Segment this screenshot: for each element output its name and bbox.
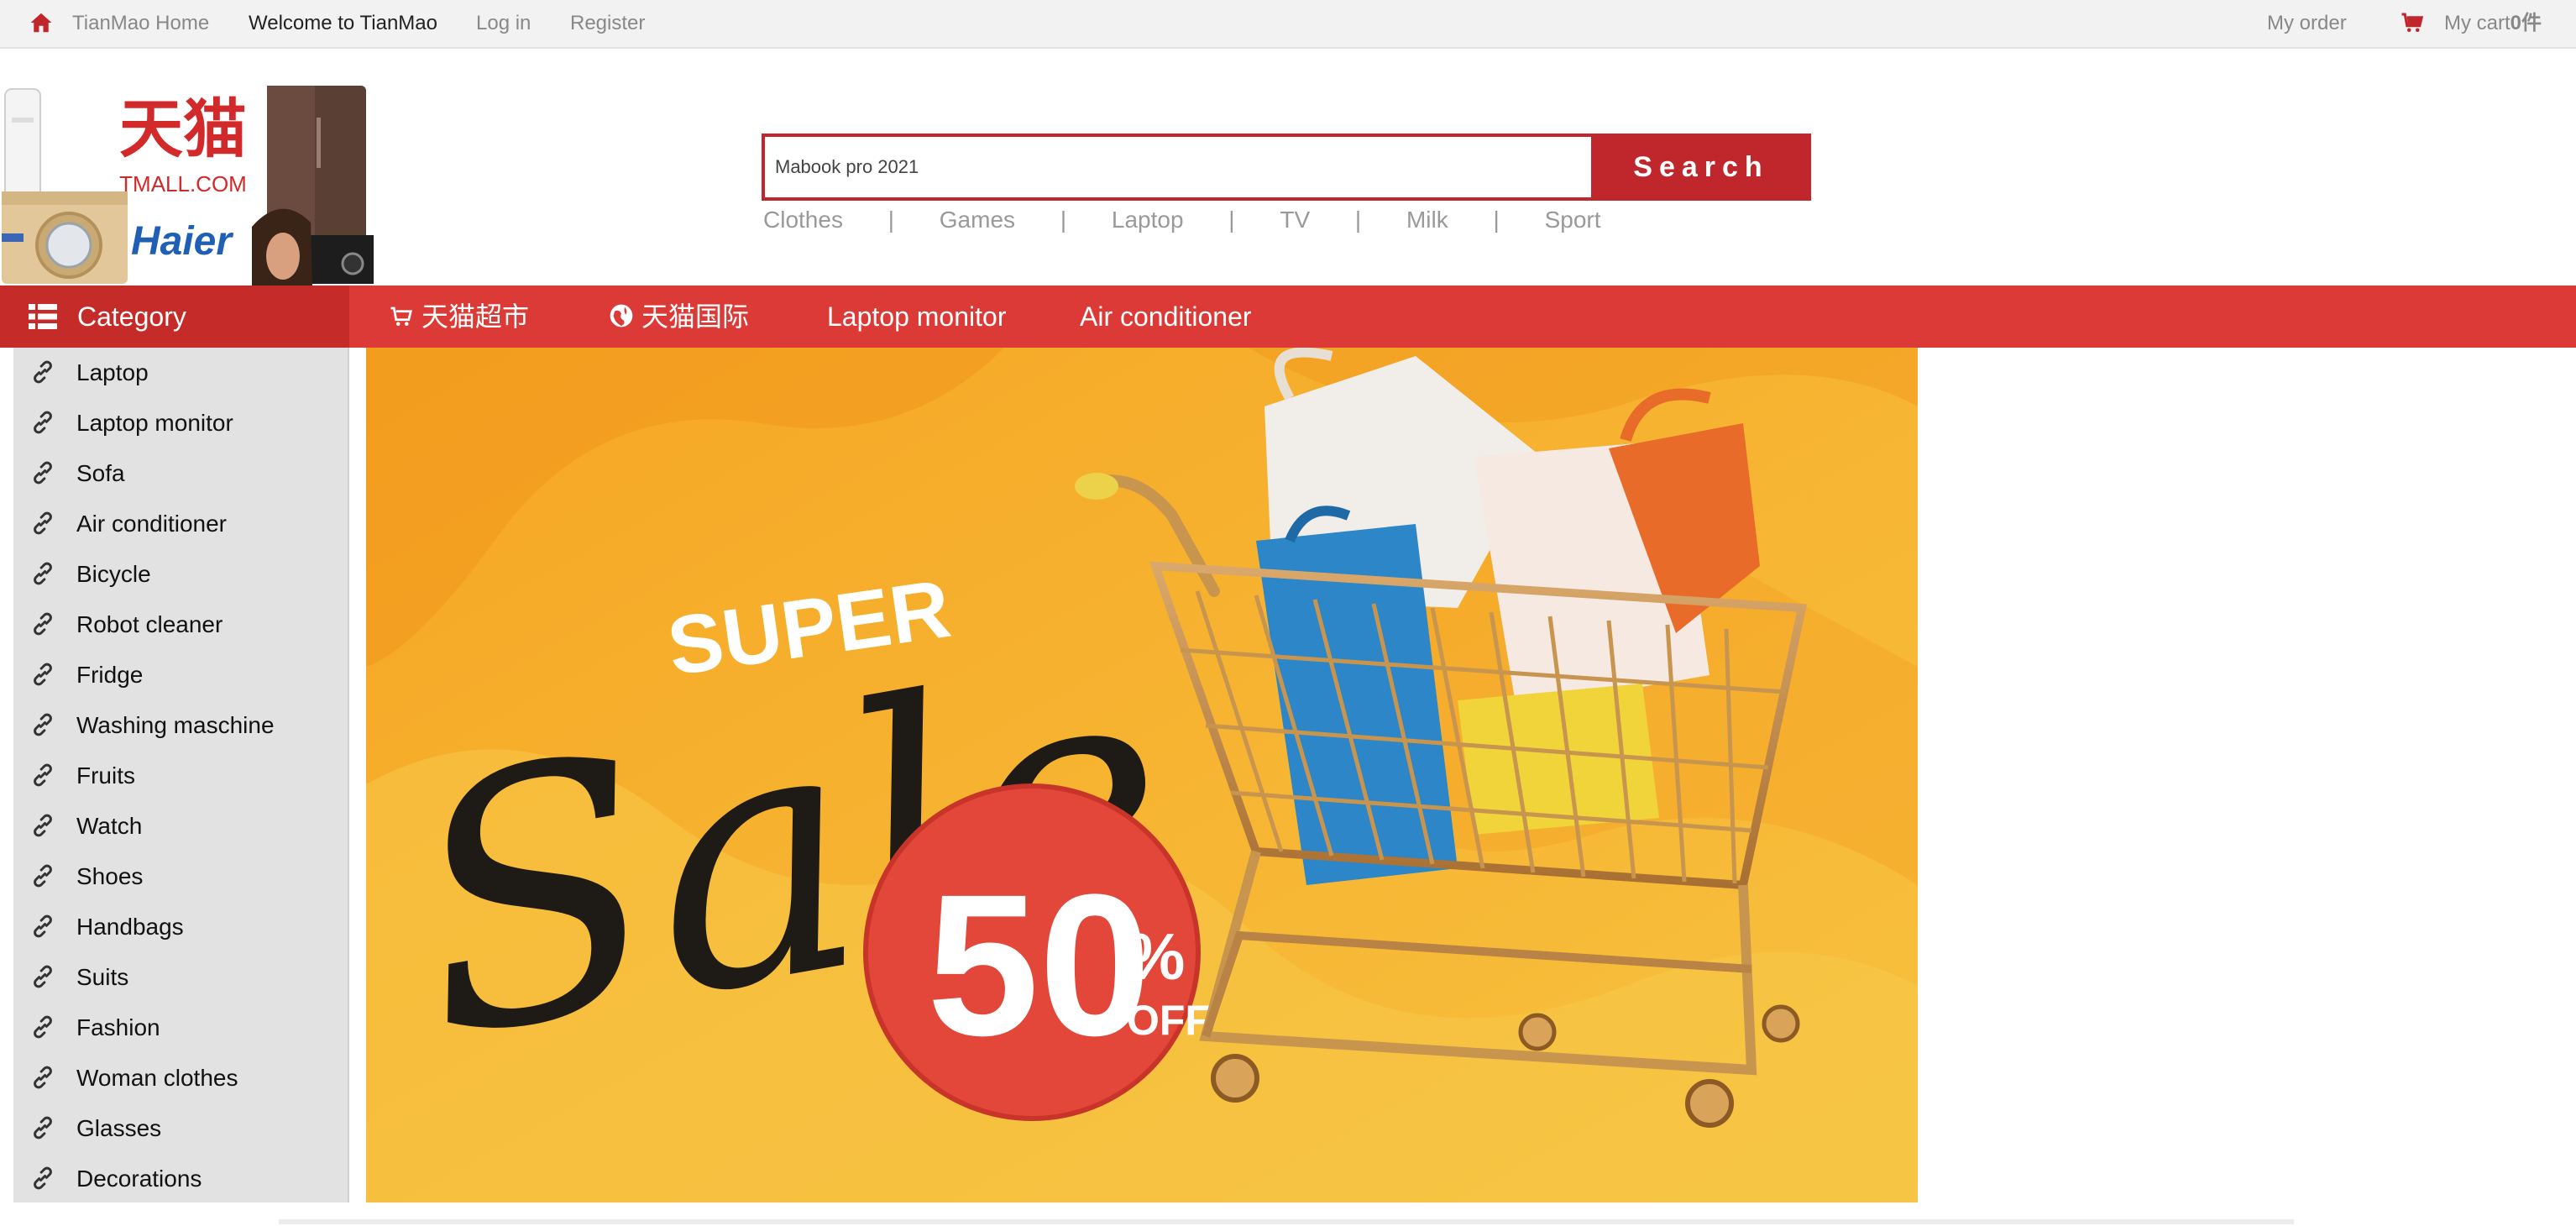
sidebar-item-label: Air conditioner [76,511,227,537]
link-icon [34,814,52,837]
category-label: Category [77,301,186,332]
cart-icon[interactable] [2400,10,2425,35]
banner-off-text: OFF [1127,997,1211,1044]
sidebar-item[interactable]: Suits [13,952,349,1003]
link-icon [34,763,52,787]
sidebar-item[interactable]: Shoes [13,851,349,902]
nav-item-label: 天猫超市 [421,301,530,332]
link-icon [34,511,52,535]
logo-brand-domain: TMALL.COM [119,171,247,196]
nav-item-tmall-supermarket[interactable]: 天猫超市 [388,286,529,348]
sidebar-item-label: Washing maschine [76,712,275,738]
sidebar-item-label: Laptop [76,359,149,385]
separator: | [1060,207,1067,233]
separator: | [1354,207,1362,233]
sale-banner[interactable]: SUPER Sale 50 % OFF [366,348,1918,1202]
logo-brand-cn: 天猫 [119,92,247,166]
hot-link-milk[interactable]: Milk [1406,207,1448,233]
login-link[interactable]: Log in [476,0,531,47]
link-icon [34,461,52,485]
top-utility-bar: TianMao Home Welcome to TianMao Log in R… [0,0,2576,49]
bottom-divider [279,1219,2294,1224]
cart-count: 0件 [2510,12,2542,34]
sidebar-item[interactable]: Fridge [13,650,349,700]
banner-percent-sign: % [1127,920,1185,993]
sidebar-item-label: Handbags [76,914,184,940]
link-icon [34,1116,52,1140]
separator: | [1493,207,1500,233]
nav-item-air-conditioner[interactable]: Air conditioner [1080,286,1252,348]
nav-item-laptop-monitor[interactable]: Laptop monitor [827,286,1006,348]
tmall-haier-logo[interactable]: 天猫 TMALL.COM Haier [0,84,388,286]
sidebar-item-label: Watch [76,813,143,839]
sidebar-item-label: Suits [76,964,129,990]
link-icon [34,965,52,988]
link-icon [34,1166,52,1190]
link-icon [34,1066,52,1089]
sidebar-item-label: Sofa [76,460,125,486]
sidebar-item-label: Fruits [76,762,135,789]
sidebar-item[interactable]: Robot cleaner [13,600,349,650]
sidebar-item[interactable]: Air conditioner [13,499,349,549]
sidebar-item[interactable]: Woman clothes [13,1053,349,1103]
sidebar-item[interactable]: Fashion [13,1003,349,1053]
hot-link-sport[interactable]: Sport [1545,207,1601,233]
link-icon [34,864,52,888]
sidebar-item[interactable]: Sofa [13,448,349,499]
link-icon [34,612,52,636]
category-menu-button[interactable]: Category [0,286,349,348]
sidebar-item[interactable]: Decorations [13,1154,349,1204]
sidebar-item[interactable]: Glasses [13,1103,349,1154]
link-icon [34,914,52,938]
banner-discount-value: 50 [927,852,1151,1077]
category-sidebar: Laptop Laptop monitor Sofa Air conditioner B… [13,348,349,1202]
globe-icon [610,304,633,327]
welcome-text: Welcome to TianMao [249,12,437,34]
search-input[interactable] [765,137,1591,197]
sidebar-item[interactable]: Watch [13,801,349,851]
link-icon [34,1015,52,1039]
sidebar-item-label: Fashion [76,1014,160,1040]
sidebar-item[interactable]: Laptop monitor [13,398,349,448]
sidebar-item-label: Bicycle [76,561,151,587]
hot-link-tv[interactable]: TV [1280,207,1310,233]
sidebar-item-label: Decorations [76,1166,202,1192]
separator: | [1228,207,1235,233]
sidebar-item-label: Fridge [76,662,144,688]
link-icon [34,663,52,686]
list-icon [29,304,57,329]
link-icon [34,713,52,736]
search-button[interactable]: Search [1591,134,1811,201]
sidebar-item[interactable]: Laptop [13,348,349,398]
main-nav-bar: Category 天猫超市 天猫国际 Laptop monitor Air co… [0,286,2576,348]
sidebar-item-label: Robot cleaner [76,611,223,637]
link-icon [34,411,52,434]
link-icon [34,360,52,384]
sidebar-item[interactable]: Handbags [13,902,349,952]
sidebar-item-label: Laptop monitor [76,410,233,436]
separator: | [887,207,894,233]
hot-link-games[interactable]: Games [940,207,1015,233]
sidebar-item[interactable]: Bicycle [13,549,349,600]
link-icon [34,562,52,585]
hot-search-links: Clothes | Games | Laptop | TV | Milk | S… [763,207,1601,240]
register-link[interactable]: Register [570,0,645,47]
nav-item-label: 天猫国际 [641,301,750,332]
my-order-link[interactable]: My order [2267,0,2347,47]
my-cart-link[interactable]: My cart0件 [2444,0,2542,47]
search-field-wrapper [762,134,1591,201]
sidebar-item-label: Shoes [76,863,144,889]
home-icon[interactable] [29,10,54,35]
sidebar-item[interactable]: Washing maschine [13,700,349,751]
cart-label: My cart [2444,12,2511,34]
nav-item-tmall-international[interactable]: 天猫国际 [608,286,749,348]
sidebar-item[interactable]: Fruits [13,751,349,801]
hot-link-clothes[interactable]: Clothes [763,207,843,233]
logo-partner: Haier [131,219,233,264]
home-link[interactable]: TianMao Home [72,0,209,47]
sidebar-item-label: Woman clothes [76,1065,238,1091]
sidebar-item-label: Glasses [76,1115,162,1141]
supermarket-cart-icon [390,306,413,326]
hot-link-laptop[interactable]: Laptop [1112,207,1184,233]
